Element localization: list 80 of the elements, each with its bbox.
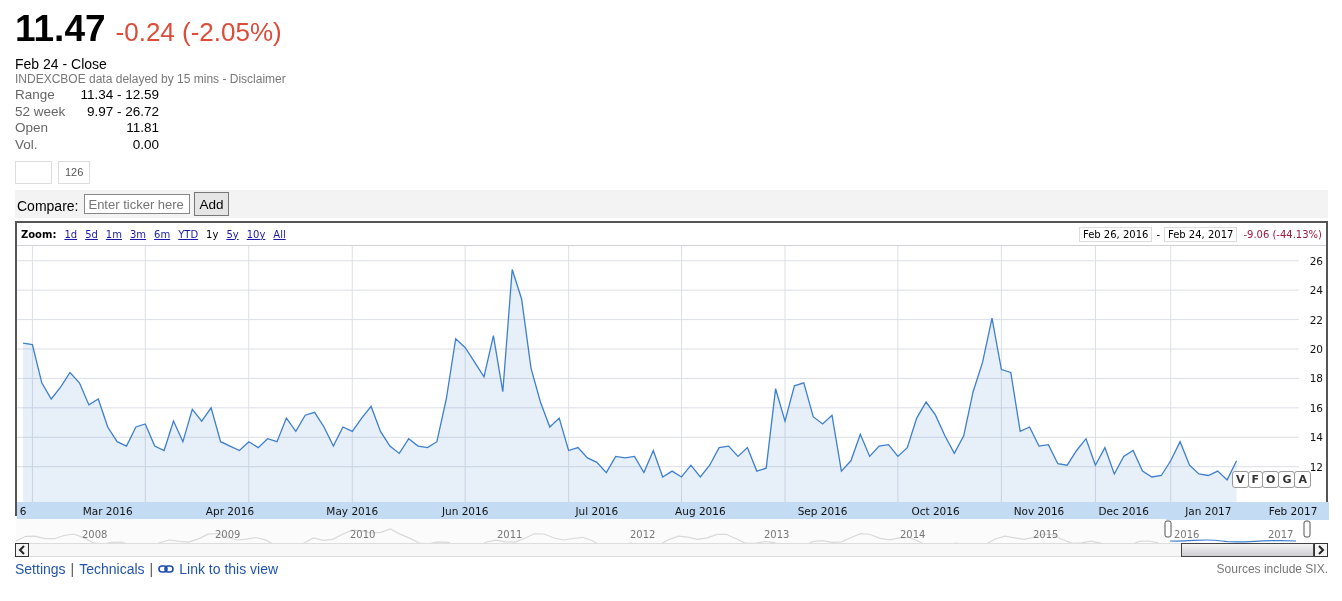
range-handle[interactable] (1164, 520, 1172, 538)
year-label: 2008 (82, 529, 108, 540)
chevron-right-icon (1317, 545, 1325, 555)
year-label: 2011 (497, 529, 523, 540)
year-label: 2009 (215, 529, 241, 540)
link-separator: | (70, 561, 75, 577)
news-flag[interactable]: O (1262, 471, 1280, 488)
zoom-link[interactable]: 1m (105, 228, 122, 240)
ticker-input[interactable]: Enter ticker here (84, 194, 191, 214)
zoom-link[interactable]: YTD (178, 228, 199, 240)
chevron-left-icon (18, 545, 26, 555)
year-label: 2010 (350, 529, 376, 540)
scroll-left-button[interactable] (15, 543, 29, 557)
zoom-link[interactable]: 10y (246, 228, 266, 240)
stat-value: 0.00 (131, 136, 159, 153)
add-button[interactable]: Add (194, 192, 229, 216)
scroll-right-button[interactable] (1314, 543, 1328, 557)
zoom-link[interactable]: 6m (154, 228, 171, 240)
stat-value: 11.81 (125, 120, 159, 137)
stat-label: 52 week (15, 103, 67, 120)
scrollbar-thumb[interactable] (1181, 543, 1314, 557)
zoom-link[interactable]: 1d (64, 228, 78, 240)
x-tick-label: 6 (19, 505, 27, 517)
x-tick-label: Oct 2016 (911, 505, 960, 517)
year-label: 2016 (1174, 529, 1200, 540)
x-tick-label: Aug 2016 (675, 505, 726, 517)
price: 11.47 (15, 8, 106, 50)
y-tick-label: 16 (1309, 401, 1323, 414)
footer-link[interactable]: Technicals (79, 561, 145, 577)
share-count: 126 (58, 161, 91, 184)
x-tick-label: Nov 2016 (1013, 505, 1065, 517)
start-date-field[interactable]: Feb 26, 2016 (1078, 226, 1153, 242)
zoom-link[interactable]: 1y (206, 228, 219, 240)
stat-label: Range (15, 87, 56, 104)
zoom-label: Zoom: (21, 228, 57, 240)
x-tick-label: Feb 2017 (1268, 505, 1318, 517)
view-link[interactable]: Link to this view (179, 561, 279, 577)
range-handle[interactable] (1303, 520, 1311, 538)
range-change: -9.06 (-44.13%) (1243, 228, 1322, 240)
year-label: 2013 (764, 529, 790, 540)
x-tick-label: Mar 2016 (82, 505, 133, 517)
stat-value: 11.34 - 12.59 (79, 87, 159, 104)
zoom-link[interactable]: All (273, 228, 286, 240)
year-label: 2012 (630, 529, 656, 540)
x-tick-label: Dec 2016 (1098, 505, 1149, 517)
y-tick-label: 26 (1309, 254, 1323, 267)
stat-label: Vol. (15, 136, 39, 153)
range-separator: - (1156, 228, 1160, 240)
sources-note: Sources include SIX. (1216, 562, 1328, 576)
y-tick-label: 20 (1309, 343, 1323, 355)
y-tick-label: 12 (1309, 460, 1323, 473)
stat-label: Open (15, 120, 50, 137)
x-tick-label: May 2016 (326, 505, 379, 517)
news-flag[interactable]: A (1294, 471, 1311, 488)
close-date: Feb 24 - Close (15, 56, 108, 72)
y-tick-label: 14 (1309, 431, 1323, 444)
price-change: -0.24 (-2.05%) (115, 17, 282, 48)
compare-label: Compare: (17, 198, 79, 214)
chain-link-icon (158, 565, 175, 573)
data-source-note: INDEXCBOE data delayed by 15 mins - Disclaimer (15, 72, 287, 86)
stat-value: 9.97 - 26.72 (85, 103, 159, 120)
x-tick-label: Sep 2016 (797, 505, 848, 517)
x-tick-label: Jun 2016 (441, 505, 489, 517)
x-tick-label: Jan 2017 (1185, 505, 1232, 517)
year-label: 2017 (1268, 529, 1294, 540)
news-flag[interactable]: G (1278, 471, 1296, 488)
end-date-field[interactable]: Feb 24, 2017 (1164, 226, 1238, 242)
y-tick-label: 24 (1309, 284, 1323, 297)
x-tick-label: Apr 2016 (205, 505, 255, 517)
link-separator: | (149, 561, 154, 577)
x-tick-label: Jul 2016 (575, 505, 619, 517)
footer-link[interactable]: Settings (15, 561, 66, 577)
y-tick-label: 18 (1309, 372, 1323, 385)
zoom-link[interactable]: 5d (85, 228, 98, 240)
zoom-link[interactable]: 3m (129, 228, 147, 240)
zoom-link[interactable]: 5y (226, 228, 239, 240)
news-flag[interactable]: V (1232, 471, 1249, 488)
year-label: 2015 (1033, 529, 1059, 540)
year-label: 2014 (900, 529, 926, 540)
y-tick-label: 22 (1309, 313, 1323, 326)
